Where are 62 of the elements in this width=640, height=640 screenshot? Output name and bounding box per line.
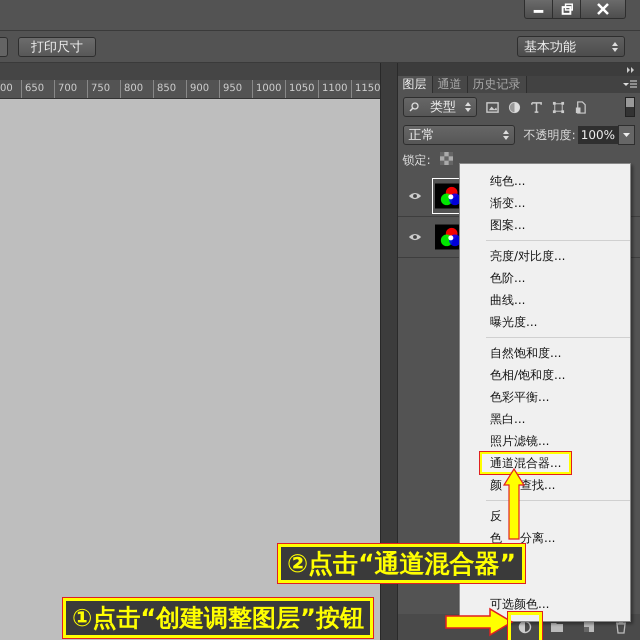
text-icon[interactable] — [530, 100, 543, 114]
updown-arrows-icon — [502, 130, 509, 140]
menu-item-fragment: 反 — [490, 508, 502, 524]
menu-item[interactable]: 照片滤镜... — [480, 430, 560, 452]
menu-item[interactable]: 曲线... — [480, 289, 536, 311]
trash-icon[interactable] — [614, 620, 628, 634]
blend-mode-dropdown[interactable]: 正常 — [402, 125, 515, 145]
collapse-icon[interactable] — [626, 66, 636, 74]
ruler-label: 900 — [186, 80, 219, 98]
image-icon[interactable] — [486, 100, 499, 114]
menu-item[interactable]: 黑白... — [480, 408, 536, 430]
ruler-label: 1050 — [285, 80, 318, 98]
opacity-dropdown-button[interactable] — [618, 125, 635, 145]
ruler-label: 800 — [120, 80, 153, 98]
lock-label: 锁定: — [402, 152, 431, 169]
ruler-label: 1100 — [318, 80, 351, 98]
ruler-label: 650 — [21, 80, 54, 98]
eye-icon[interactable] — [408, 232, 422, 242]
menu-item[interactable]: 可选颜色... — [480, 593, 560, 615]
search-icon — [408, 102, 419, 112]
filter-toggle[interactable] — [625, 97, 635, 117]
panel-tab[interactable]: 历史记录 — [468, 76, 527, 93]
ruler-label: 950 — [219, 80, 252, 98]
folder-icon[interactable] — [550, 620, 564, 634]
callout-label: ②点击“通道混合器” — [278, 544, 526, 583]
menu-item-fragment: 颜 — [490, 477, 502, 493]
panel-tab[interactable]: 通道 — [432, 76, 468, 93]
new-layer-icon[interactable] — [582, 620, 596, 634]
print-size-button[interactable]: 打印尺寸 — [18, 36, 96, 56]
menu-item[interactable]: 色相/饱和度... — [480, 364, 576, 386]
document-icon[interactable] — [574, 100, 587, 114]
transform-icon[interactable] — [552, 100, 565, 114]
menu-item[interactable]: 图案... — [480, 214, 536, 236]
eye-icon[interactable] — [408, 191, 422, 201]
panel-menu-icon[interactable] — [623, 80, 637, 88]
ruler-label: 750 — [87, 80, 120, 98]
panel-tab[interactable]: 图层 — [398, 76, 433, 93]
circle-icon[interactable] — [508, 100, 521, 114]
adjustment-layer-icon[interactable] — [518, 620, 532, 634]
menu-item[interactable]: 纯色... — [480, 170, 536, 192]
highlight-frame — [508, 612, 542, 640]
menu-item-fragment: 色 — [490, 530, 502, 546]
menu-item[interactable]: 自然饱和度... — [480, 342, 572, 364]
callout-label: ①点击“创建调整图层”按钮 — [63, 598, 373, 638]
menu-item[interactable]: 通道混合器... — [480, 452, 572, 474]
menu-item[interactable]: 亮度/对比度... — [480, 245, 576, 267]
ruler-label: 850 — [153, 80, 186, 98]
ruler-label: 00 — [0, 82, 14, 96]
updown-arrows-icon — [612, 42, 618, 52]
menu-item[interactable]: 色阶... — [480, 267, 536, 289]
ruler-label: 1000 — [252, 80, 285, 98]
opacity-field[interactable]: 100% — [578, 126, 618, 144]
workspace-dropdown[interactable]: 基本功能 — [517, 36, 625, 57]
menu-item[interactable]: 色彩平衡... — [480, 386, 560, 408]
menu-item-fragment: 分离... — [520, 530, 556, 546]
ruler-label: 700 — [54, 80, 87, 98]
menu-item[interactable]: 渐变... — [480, 192, 536, 214]
opacity-label: 不透明度: — [524, 126, 576, 144]
checkerboard-icon[interactable] — [440, 152, 453, 165]
updown-arrows-icon — [464, 102, 471, 112]
filter-dropdown[interactable]: 类型 — [402, 97, 477, 117]
menu-item[interactable]: 曝光度... — [480, 311, 548, 333]
